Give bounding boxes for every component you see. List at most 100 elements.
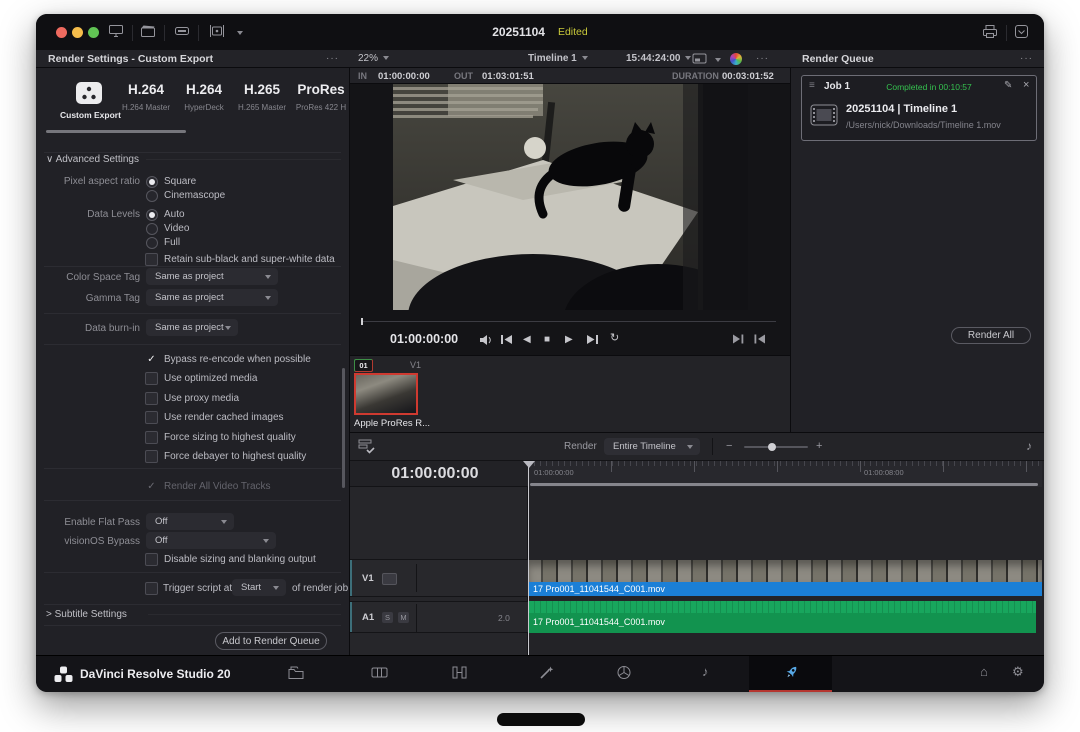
display-mode-icon[interactable]: [692, 53, 707, 64]
solo-button[interactable]: S: [382, 612, 393, 623]
color-space-tag-select[interactable]: Same as project: [146, 268, 278, 285]
settings-gear-icon[interactable]: ⚙: [1012, 664, 1024, 680]
bypass-reencode-checkbox[interactable]: ✓: [145, 353, 158, 366]
visionos-bypass-select[interactable]: Off: [146, 532, 276, 549]
timeline-options-icon[interactable]: [358, 439, 376, 454]
timeline-selector[interactable]: Timeline 1: [528, 53, 588, 64]
gamma-tag-select[interactable]: Same as project: [146, 289, 278, 306]
chevron-down-icon: [265, 275, 271, 279]
viewer-current-timecode[interactable]: 01:00:00:00: [390, 332, 458, 346]
color-viewer-icon[interactable]: [730, 53, 742, 65]
force-debayer-checkbox[interactable]: [145, 450, 158, 463]
advanced-settings-disclosure[interactable]: ∨ Advanced Settings: [46, 154, 139, 165]
last-frame-button[interactable]: [586, 334, 599, 345]
disable-sizing-checkbox[interactable]: [145, 553, 158, 566]
audio-track-header[interactable]: A1 S M 2.0: [350, 601, 528, 633]
stop-button[interactable]: ■: [544, 334, 550, 345]
zoom-out-button[interactable]: −: [726, 440, 732, 452]
mute-button[interactable]: M: [398, 612, 409, 623]
media-page-icon[interactable]: [288, 665, 304, 680]
viewer-scrubber[interactable]: [362, 321, 776, 322]
cut-page-icon[interactable]: [371, 665, 388, 680]
levels-full-radio[interactable]: [146, 237, 158, 249]
video-clip[interactable]: 17 Pro001_11041544_C001.mov: [528, 559, 1042, 597]
timeline-scrollbar[interactable]: [530, 483, 1038, 486]
subtitle-settings-disclosure[interactable]: > Subtitle Settings: [46, 609, 127, 620]
retain-subblack-checkbox[interactable]: [145, 253, 158, 266]
data-burn-in-select[interactable]: Same as project: [146, 319, 238, 336]
first-frame-button[interactable]: [500, 334, 513, 345]
clip-index-badge[interactable]: 01: [354, 359, 373, 372]
trigger-script-checkbox[interactable]: [145, 582, 158, 595]
render-range-select[interactable]: Entire Timeline: [604, 438, 700, 455]
video-track-header[interactable]: V1: [350, 559, 528, 597]
color-page-icon[interactable]: [616, 665, 632, 680]
music-note-icon[interactable]: ♪: [1026, 439, 1032, 453]
preset-prores[interactable]: ProRes ProRes 422 H: [292, 82, 350, 112]
play-button[interactable]: ▶: [565, 334, 573, 345]
use-optimized-media-checkbox[interactable]: [145, 372, 158, 385]
more-icon[interactable]: ···: [326, 53, 339, 64]
par-square-label: Square: [164, 176, 196, 187]
chevron-down-icon[interactable]: [715, 58, 721, 62]
fairlight-page-icon[interactable]: ♪: [702, 664, 709, 679]
zoom-in-button[interactable]: +: [816, 440, 822, 452]
timeline-ruler[interactable]: 01:00:00:00 01:00:08:00: [528, 461, 1042, 487]
printer-icon[interactable]: [982, 24, 998, 39]
force-sizing-checkbox[interactable]: [145, 431, 158, 444]
levels-auto-radio[interactable]: [146, 209, 158, 221]
force-debayer-label: Force debayer to highest quality: [164, 451, 306, 462]
data-levels-label: Data Levels: [36, 209, 140, 220]
use-proxy-media-checkbox[interactable]: [145, 392, 158, 405]
enable-flat-pass-select[interactable]: Off: [146, 513, 234, 530]
preset-custom-export[interactable]: Custom Export: [60, 82, 118, 120]
zoom-slider-track[interactable]: [744, 446, 808, 448]
audio-mute-icon[interactable]: [479, 334, 493, 346]
trigger-script-select[interactable]: Start: [232, 579, 286, 596]
levels-video-radio[interactable]: [146, 223, 158, 235]
video-clip-name: 17 Pro001_11041544_C001.mov: [533, 584, 665, 594]
preset-h264-master[interactable]: H.264 H.264 Master: [117, 82, 175, 112]
preset-h265-master[interactable]: H.265 H.265 Master: [233, 82, 291, 112]
trigger-script-label: Trigger script at: [163, 583, 232, 594]
viewer-timecode[interactable]: 15:44:24:00: [626, 53, 691, 64]
playhead-grabber[interactable]: [523, 461, 535, 468]
more-icon[interactable]: ···: [1020, 53, 1033, 64]
more-icon[interactable]: ···: [756, 53, 769, 64]
render-all-button[interactable]: Render All: [951, 327, 1031, 344]
auto-select-icon[interactable]: [382, 573, 397, 585]
add-to-render-queue-button[interactable]: Add to Render Queue: [215, 632, 327, 650]
remove-job-icon[interactable]: ×: [1023, 79, 1029, 91]
drag-handle-icon[interactable]: ≡: [809, 80, 815, 91]
settings-scrollbar[interactable]: [342, 368, 345, 488]
video-clip-thumbnails: [528, 560, 1042, 582]
play-around-icon[interactable]: [732, 334, 744, 344]
audio-clip[interactable]: 17 Pro001_11041544_C001.mov: [528, 601, 1036, 633]
deliver-page-tab[interactable]: [749, 656, 832, 692]
zoom-slider-handle[interactable]: [768, 443, 776, 451]
preset-hyperdeck[interactable]: H.264 HyperDeck: [175, 82, 233, 112]
play-reverse-button[interactable]: ◀: [523, 334, 531, 345]
render-job-card[interactable]: ≡ Job 1 Completed in 00:10:57 ✎ × 202511…: [801, 75, 1037, 141]
fusion-page-icon[interactable]: [539, 665, 555, 680]
par-cinemascope-radio[interactable]: [146, 190, 158, 202]
trigger-script-suffix: of render job: [292, 583, 348, 594]
edit-job-icon[interactable]: ✎: [1004, 80, 1012, 91]
timeline-playhead[interactable]: [528, 461, 529, 656]
export-box-icon[interactable]: [1014, 24, 1029, 39]
presets-scrollbar[interactable]: [46, 130, 186, 133]
loop-button[interactable]: ↻: [610, 331, 619, 344]
viewer-playhead[interactable]: [361, 318, 363, 325]
render-clip-thumbnail[interactable]: [354, 373, 418, 415]
par-square-radio[interactable]: [146, 176, 158, 188]
edit-page-icon[interactable]: [451, 665, 468, 680]
timeline-current-timecode[interactable]: 01:00:00:00: [350, 465, 520, 483]
use-render-cache-checkbox[interactable]: [145, 411, 158, 424]
edited-badge: Edited: [558, 26, 588, 38]
match-frame-icon[interactable]: [754, 334, 766, 344]
viewer-zoom-select[interactable]: 22%: [358, 53, 389, 64]
divider: [44, 266, 341, 267]
home-icon[interactable]: ⌂: [980, 664, 988, 679]
divider: [44, 468, 341, 469]
render-all-tracks-checkbox: ✓: [145, 480, 158, 493]
